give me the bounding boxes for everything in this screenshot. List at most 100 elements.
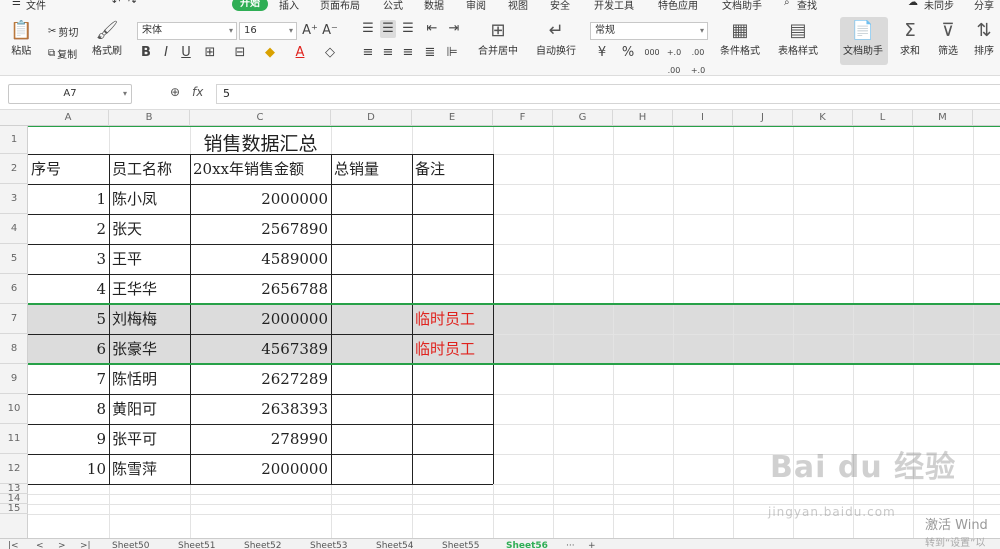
table-cell[interactable] — [331, 214, 412, 244]
column-header-d[interactable]: D — [331, 110, 412, 126]
tab-developer[interactable]: 开发工具 — [594, 0, 634, 12]
increase-font-icon[interactable]: A⁺ — [302, 22, 318, 40]
italic-button[interactable]: I — [158, 44, 174, 62]
sheet-tab-sheet51[interactable]: Sheet51 — [178, 541, 215, 549]
fill-color-icon[interactable]: ◆ — [262, 44, 278, 62]
table-cell[interactable]: 2000000 — [190, 454, 331, 484]
table-cell[interactable] — [412, 364, 493, 394]
sum-button[interactable]: Σ 求和 — [900, 20, 920, 57]
sheet-tab-sheet54[interactable]: Sheet54 — [376, 541, 413, 549]
undo-icon[interactable]: ↶ — [112, 0, 120, 8]
sheet-tab-sheet56[interactable]: Sheet56 — [506, 541, 548, 549]
align-bottom-icon[interactable]: ☰ — [400, 20, 416, 38]
align-center-icon[interactable]: ≡ — [380, 44, 396, 62]
row-header-8[interactable]: 8 — [0, 334, 28, 364]
search-icon[interactable]: ⌕ — [784, 0, 790, 8]
tab-formula[interactable]: 公式 — [383, 0, 403, 12]
menu-search[interactable]: 查找 — [797, 0, 817, 12]
row-header-15[interactable]: 15 — [0, 504, 28, 514]
share-button[interactable]: 分享 — [974, 0, 994, 12]
header-cell[interactable]: 序号 — [28, 154, 109, 184]
table-cell[interactable]: 10 — [28, 454, 109, 484]
table-cell[interactable]: 8 — [28, 394, 109, 424]
table-cell[interactable]: 1 — [28, 184, 109, 214]
last-sheet-icon[interactable]: >| — [80, 541, 91, 549]
table-cell[interactable]: 4 — [28, 274, 109, 304]
clear-icon[interactable]: ◇ — [322, 44, 338, 62]
underline-button[interactable]: U — [178, 44, 194, 62]
decrease-decimal-button[interactable]: .00 +.0 — [688, 44, 708, 75]
table-cell[interactable]: 2567890 — [190, 214, 331, 244]
tab-page-layout[interactable]: 页面布局 — [320, 0, 360, 12]
fx-icon[interactable]: fx — [192, 85, 203, 99]
zoom-icon[interactable]: ⊕ — [170, 85, 180, 99]
column-header-g[interactable]: G — [553, 110, 613, 126]
bold-button[interactable]: B — [138, 44, 154, 62]
header-cell[interactable]: 员工名称 — [109, 154, 190, 184]
redo-icon[interactable]: ↷ — [128, 0, 136, 8]
sheet-tab-sheet52[interactable]: Sheet52 — [244, 541, 281, 549]
percent-button[interactable]: % — [620, 44, 636, 62]
table-cell[interactable]: 2656788 — [190, 274, 331, 304]
header-cell[interactable]: 20xx年销售金额 — [190, 154, 331, 184]
table-cell[interactable] — [331, 244, 412, 274]
table-cell[interactable]: 张天 — [109, 214, 190, 244]
filter-button[interactable]: ⊽ 筛选 — [938, 20, 958, 57]
row-header-2[interactable]: 2 — [0, 154, 28, 184]
table-cell[interactable] — [412, 424, 493, 454]
column-header-b[interactable]: B — [109, 110, 190, 126]
table-cell[interactable] — [412, 244, 493, 274]
table-cell[interactable]: 陈恬明 — [109, 364, 190, 394]
row-header-1[interactable]: 1 — [0, 126, 28, 154]
column-header-m[interactable]: M — [913, 110, 973, 126]
indent-decrease-icon[interactable]: ⇤ — [424, 20, 440, 38]
tab-data[interactable]: 数据 — [424, 0, 444, 12]
column-header-c[interactable]: C — [190, 110, 331, 126]
row-header-3[interactable]: 3 — [0, 184, 28, 214]
align-middle-icon[interactable]: ☰ — [380, 20, 396, 38]
conditional-format-button[interactable]: ▦ 条件格式 — [720, 20, 760, 57]
table-cell[interactable] — [412, 454, 493, 484]
more-tabs-icon[interactable]: ··· — [566, 541, 575, 549]
table-cell[interactable]: 陈小凤 — [109, 184, 190, 214]
formula-input[interactable]: 5 — [216, 84, 1000, 104]
distribute-icon[interactable]: ⊫ — [444, 44, 460, 62]
tab-review[interactable]: 审阅 — [466, 0, 486, 12]
column-header-h[interactable]: H — [613, 110, 673, 126]
table-cell[interactable] — [331, 454, 412, 484]
table-cell[interactable]: 陈雪萍 — [109, 454, 190, 484]
table-cell[interactable]: 张平可 — [109, 424, 190, 454]
table-cell[interactable]: 7 — [28, 364, 109, 394]
row-header-12[interactable]: 12 — [0, 454, 28, 484]
justify-icon[interactable]: ≣ — [422, 44, 438, 62]
menu-icon[interactable]: ☰ — [12, 0, 21, 8]
table-title[interactable]: 销售数据汇总 — [28, 126, 493, 154]
column-header-e[interactable]: E — [412, 110, 493, 126]
align-right-icon[interactable]: ≡ — [400, 44, 416, 62]
column-header-f[interactable]: F — [493, 110, 553, 126]
row-header-6[interactable]: 6 — [0, 274, 28, 304]
font-color-icon[interactable]: A — [292, 44, 308, 62]
font-size-select[interactable]: 16 ▾ — [239, 22, 297, 40]
table-cell[interactable]: 王华华 — [109, 274, 190, 304]
table-cell[interactable] — [331, 184, 412, 214]
table-cell[interactable]: 9 — [28, 424, 109, 454]
table-style-button[interactable]: ▤ 表格样式 — [778, 20, 818, 57]
table-cell[interactable]: 2 — [28, 214, 109, 244]
table-cell[interactable]: 278990 — [190, 424, 331, 454]
sheet-tab-sheet50[interactable]: Sheet50 — [112, 541, 149, 549]
column-header-l[interactable]: L — [853, 110, 913, 126]
table-cell[interactable] — [331, 364, 412, 394]
copy-button[interactable]: ⧉ 复制 — [48, 46, 77, 61]
table-cell[interactable]: 2638393 — [190, 394, 331, 424]
indent-increase-icon[interactable]: ⇥ — [446, 20, 462, 38]
tab-security[interactable]: 安全 — [550, 0, 570, 12]
table-cell[interactable] — [412, 214, 493, 244]
table-cell[interactable]: 4589000 — [190, 244, 331, 274]
align-top-icon[interactable]: ☰ — [360, 20, 376, 38]
sheet-tab-sheet55[interactable]: Sheet55 — [442, 541, 479, 549]
header-cell[interactable]: 总销量 — [331, 154, 412, 184]
header-cell[interactable]: 备注 — [412, 154, 493, 184]
sync-status[interactable]: 未同步 — [924, 0, 954, 12]
number-format-select[interactable]: 常规 ▾ — [590, 22, 708, 40]
